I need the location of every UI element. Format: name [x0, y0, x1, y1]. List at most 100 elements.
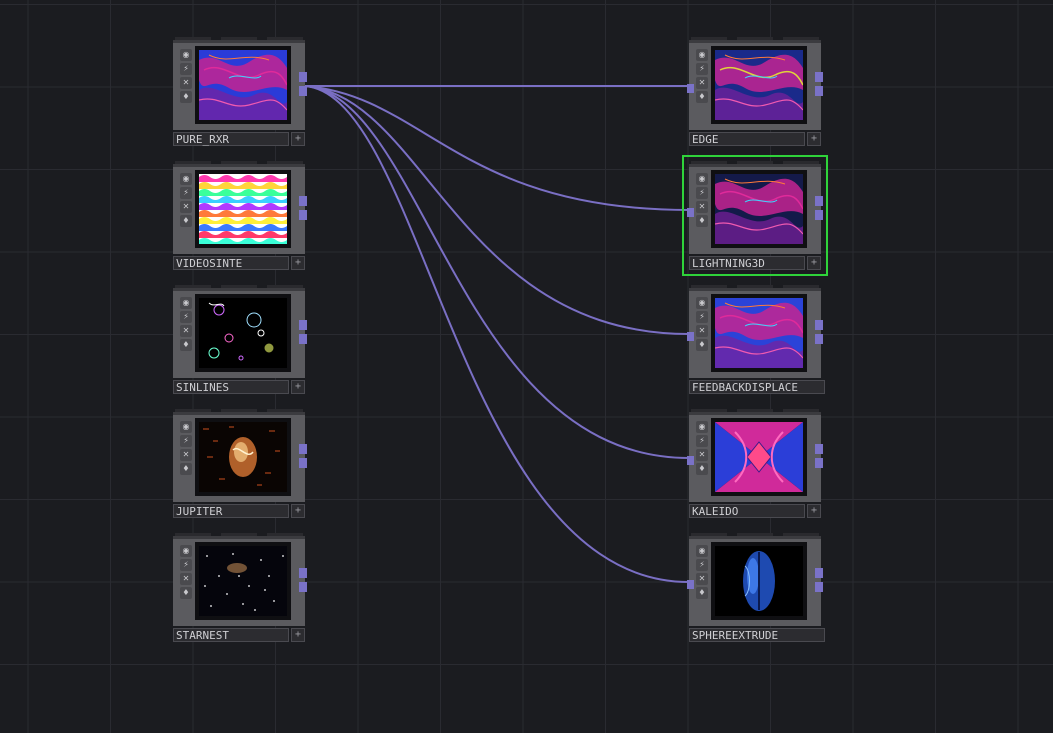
lock-icon[interactable]: ♦ [696, 339, 708, 351]
node-name-label[interactable]: PURE_RXR [173, 132, 289, 146]
node-expand-button[interactable]: + [291, 628, 305, 642]
input-connector[interactable] [687, 84, 694, 93]
output-connector-secondary[interactable] [299, 86, 307, 96]
node-name-label[interactable]: EDGE [689, 132, 805, 146]
bypass-icon[interactable]: ⚡ [180, 187, 192, 199]
output-connector[interactable] [815, 568, 823, 578]
bypass-icon[interactable]: ⚡ [180, 559, 192, 571]
wire-pure_rxr-to-feedbackdisplace[interactable] [304, 85, 690, 335]
bypass-icon[interactable]: ⚡ [696, 559, 708, 571]
node-viewer[interactable] [195, 46, 291, 124]
output-connector[interactable] [815, 72, 823, 82]
viewer-icon[interactable]: ◉ [696, 297, 708, 309]
output-connector-secondary[interactable] [815, 334, 823, 344]
node-name-label[interactable]: LIGHTNING3D [689, 256, 805, 270]
node-viewer[interactable] [711, 170, 807, 248]
output-connector[interactable] [815, 444, 823, 454]
lock-icon[interactable]: ♦ [180, 91, 192, 103]
cook-off-icon[interactable]: ✕ [696, 201, 708, 213]
output-connector-secondary[interactable] [299, 210, 307, 220]
output-connector-secondary[interactable] [815, 210, 823, 220]
node-expand-button[interactable]: + [807, 504, 821, 518]
node-name-label[interactable]: FEEDBACKDISPLACE [689, 380, 825, 394]
output-connector[interactable] [299, 72, 307, 82]
lock-icon[interactable]: ♦ [180, 463, 192, 475]
output-connector-secondary[interactable] [815, 458, 823, 468]
node-expand-button[interactable]: + [291, 256, 305, 270]
lock-icon[interactable]: ♦ [180, 587, 192, 599]
output-connector-secondary[interactable] [299, 458, 307, 468]
lock-icon[interactable]: ♦ [696, 463, 708, 475]
node-name-label[interactable]: KALEIDO [689, 504, 805, 518]
viewer-icon[interactable]: ◉ [180, 545, 192, 557]
cook-off-icon[interactable]: ✕ [180, 573, 192, 585]
node-viewer[interactable] [195, 542, 291, 620]
viewer-icon[interactable]: ◉ [696, 421, 708, 433]
node-edge[interactable]: ◉ ⚡ ✕ ♦ EDGE + [687, 37, 823, 150]
viewer-icon[interactable]: ◉ [696, 173, 708, 185]
node-name-label[interactable]: SINLINES [173, 380, 289, 394]
node-expand-button[interactable]: + [807, 256, 821, 270]
node-pure_rxr[interactable]: ◉ ⚡ ✕ ♦ PURE_RXR + [173, 37, 307, 150]
wire-pure_rxr-to-lightning3d[interactable] [304, 85, 690, 211]
node-expand-button[interactable]: + [807, 132, 821, 146]
node-sinlines[interactable]: ◉ ⚡ ✕ ♦ SINLINES + [173, 285, 307, 398]
wire-pure_rxr-to-sphereextrude[interactable] [304, 85, 690, 583]
node-name-label[interactable]: STARNEST [173, 628, 289, 642]
node-viewer[interactable] [195, 294, 291, 372]
node-viewer[interactable] [711, 542, 807, 620]
lock-icon[interactable]: ♦ [180, 339, 192, 351]
viewer-icon[interactable]: ◉ [180, 173, 192, 185]
lock-icon[interactable]: ♦ [696, 587, 708, 599]
viewer-icon[interactable]: ◉ [696, 49, 708, 61]
input-connector[interactable] [687, 580, 694, 589]
node-viewer[interactable] [195, 418, 291, 496]
node-expand-button[interactable]: + [291, 380, 305, 394]
node-feedbackdisplace[interactable]: ◉⚡✕♦ FEEDBACKDISPLACE + [687, 285, 825, 398]
node-lightning3d[interactable]: ◉ ⚡ ✕ ♦ LIGHTNING3D + [687, 161, 823, 274]
lock-icon[interactable]: ♦ [696, 91, 708, 103]
node-viewer[interactable] [195, 170, 291, 248]
node-starnest[interactable]: ◉ ⚡ ✕ ♦ STARNEST + [173, 533, 307, 646]
bypass-icon[interactable]: ⚡ [696, 311, 708, 323]
input-connector[interactable] [687, 456, 694, 465]
cook-off-icon[interactable]: ✕ [696, 573, 708, 585]
input-connector[interactable] [687, 208, 694, 217]
cook-off-icon[interactable]: ✕ [180, 77, 192, 89]
node-sphereextrude[interactable]: ◉⚡✕♦ SPHEREEXTRUDE + [687, 533, 825, 646]
node-viewer[interactable] [711, 46, 807, 124]
output-connector[interactable] [299, 444, 307, 454]
viewer-icon[interactable]: ◉ [180, 297, 192, 309]
node-viewer[interactable] [711, 294, 807, 372]
bypass-icon[interactable]: ⚡ [696, 63, 708, 75]
cook-off-icon[interactable]: ✕ [180, 449, 192, 461]
node-expand-button[interactable]: + [291, 504, 305, 518]
node-name-label[interactable]: JUPITER [173, 504, 289, 518]
cook-off-icon[interactable]: ✕ [180, 201, 192, 213]
bypass-icon[interactable]: ⚡ [696, 187, 708, 199]
bypass-icon[interactable]: ⚡ [180, 435, 192, 447]
node-jupiter[interactable]: ◉ ⚡ ✕ ♦ JUPITER + [173, 409, 307, 522]
output-connector-secondary[interactable] [299, 582, 307, 592]
bypass-icon[interactable]: ⚡ [696, 435, 708, 447]
node-videosinte[interactable]: ◉ ⚡ ✕ ♦ VIDEOSINTE + [173, 161, 307, 274]
output-connector-secondary[interactable] [815, 86, 823, 96]
cook-off-icon[interactable]: ✕ [696, 325, 708, 337]
output-connector[interactable] [815, 196, 823, 206]
bypass-icon[interactable]: ⚡ [180, 311, 192, 323]
node-name-label[interactable]: SPHEREEXTRUDE [689, 628, 825, 642]
output-connector[interactable] [299, 196, 307, 206]
output-connector-secondary[interactable] [299, 334, 307, 344]
cook-off-icon[interactable]: ✕ [696, 449, 708, 461]
input-connector[interactable] [687, 332, 694, 341]
viewer-icon[interactable]: ◉ [180, 49, 192, 61]
node-name-label[interactable]: VIDEOSINTE [173, 256, 289, 270]
lock-icon[interactable]: ♦ [696, 215, 708, 227]
bypass-icon[interactable]: ⚡ [180, 63, 192, 75]
node-expand-button[interactable]: + [291, 132, 305, 146]
wire-pure_rxr-to-kaleido[interactable] [304, 85, 690, 459]
output-connector[interactable] [299, 568, 307, 578]
output-connector-secondary[interactable] [815, 582, 823, 592]
node-kaleido[interactable]: ◉ ⚡ ✕ ♦ KALEIDO + [687, 409, 823, 522]
viewer-icon[interactable]: ◉ [696, 545, 708, 557]
